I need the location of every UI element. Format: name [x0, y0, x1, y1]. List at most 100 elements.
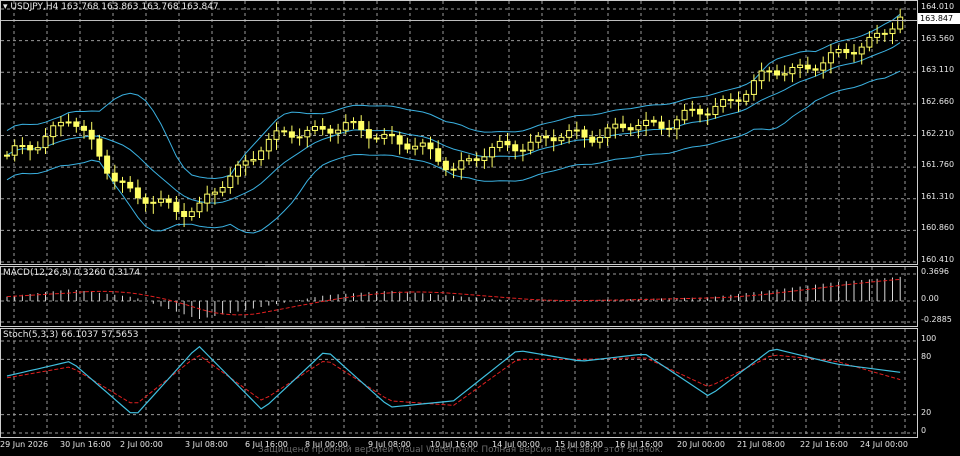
price-scale[interactable]: 164.010 163.560 163.110 162.660 162.210 161.7…	[918, 0, 960, 265]
stochastic-tick-label: 80	[921, 352, 932, 362]
candle-body	[573, 129, 580, 132]
candle-body	[265, 138, 272, 152]
candle-body	[219, 187, 226, 193]
candle-body	[535, 135, 542, 143]
stochastic-main-line	[6, 345, 901, 414]
price-chart-pane[interactable]: ▾ USDJPY,H4 163.768 163.863 163.768 163.…	[0, 0, 918, 265]
candle-body	[427, 142, 434, 150]
candle-body	[820, 62, 827, 71]
candle-body	[843, 48, 850, 54]
candle-body	[889, 28, 896, 35]
candle-body	[204, 193, 211, 204]
candle-body	[666, 127, 673, 130]
candle-body	[643, 119, 650, 126]
candle-body	[181, 211, 188, 217]
candle-body	[758, 70, 765, 82]
candle-body	[789, 66, 796, 75]
price-chart-canvas[interactable]	[1, 1, 918, 265]
time-axis-label: 29 Jun 2026	[0, 440, 49, 449]
stochastic-scale[interactable]: 100 80 20 0	[918, 328, 960, 438]
candle-body	[827, 52, 834, 64]
candle-body	[350, 120, 357, 124]
candle-body	[19, 145, 26, 148]
candle-body	[851, 52, 857, 55]
candle-body	[304, 129, 311, 138]
candle-body	[104, 155, 111, 174]
candle-body	[473, 158, 480, 161]
candle-body	[466, 158, 472, 162]
candle-body	[442, 160, 449, 171]
candle-body	[88, 129, 95, 140]
candle-body	[165, 198, 172, 203]
time-axis-label: 24 Jul 00:00	[860, 440, 908, 449]
candle-body	[527, 141, 534, 151]
macd-scale[interactable]: 0.3696 0.00 -0.2885	[918, 266, 960, 327]
candle-body	[319, 126, 326, 130]
candle-body	[543, 135, 549, 139]
candle-body	[119, 180, 126, 183]
candle-body	[50, 125, 57, 138]
candle-body	[435, 148, 442, 162]
candle-body	[211, 191, 218, 195]
candle-body	[158, 198, 164, 203]
candle-body	[581, 129, 588, 138]
candle-body	[658, 121, 665, 129]
candle-body	[458, 160, 465, 170]
stochastic-pane[interactable]: Stoch(5,3,3) 66.1037 57.5653	[0, 328, 918, 438]
candle-body	[34, 147, 41, 151]
time-axis-label: 3 Jul 08:00	[185, 440, 228, 449]
candle-body	[419, 142, 426, 147]
candle-body	[558, 136, 565, 142]
price-tick-label: 163.560	[921, 33, 955, 43]
candle-body	[273, 130, 280, 140]
candle-body	[604, 127, 611, 139]
candle-body	[812, 68, 819, 71]
candle-body	[381, 133, 388, 139]
candle-body	[358, 120, 365, 131]
candle-body	[73, 121, 80, 127]
candle-body	[81, 125, 87, 131]
candle-body	[373, 137, 380, 140]
candle-body	[258, 150, 265, 161]
candle-body	[774, 70, 780, 76]
candle-body	[327, 128, 334, 134]
time-axis-label: 2 Jul 00:00	[120, 440, 163, 449]
candle-body	[797, 64, 804, 68]
candle-body	[635, 124, 642, 131]
candle-body	[620, 123, 626, 129]
current-price-badge: 163.847	[918, 13, 960, 24]
candle-body	[296, 136, 303, 139]
candle-body	[389, 133, 395, 137]
candle-body	[396, 135, 403, 145]
candle-body	[227, 175, 234, 189]
macd-label: MACD(12,26,9) 0.3260 0.3174	[3, 268, 141, 278]
candle-body	[365, 129, 372, 139]
macd-pane[interactable]: MACD(12,26,9) 0.3260 0.3174	[0, 266, 918, 327]
candle-body	[504, 140, 511, 146]
candle-body	[712, 105, 719, 116]
candle-body	[27, 145, 34, 151]
candle-body	[96, 138, 103, 157]
candle-body	[720, 99, 727, 107]
candle-body	[697, 108, 703, 115]
price-tick-label: 160.860	[921, 223, 955, 233]
candle-body	[589, 136, 596, 143]
candle-body	[11, 145, 18, 156]
macd-tick-label: -0.2885	[921, 315, 952, 324]
candle-body	[481, 156, 488, 161]
candle-body	[489, 146, 496, 158]
stochastic-tick-label: 20	[921, 407, 932, 417]
candle-body	[596, 137, 603, 143]
candle-body	[4, 154, 10, 157]
stochastic-canvas[interactable]	[1, 329, 918, 438]
symbol-label: ▾ USDJPY,H4 163.768 163.863 163.768 163.…	[3, 2, 219, 12]
stochastic-label: Stoch(5,3,3) 66.1037 57.5653	[3, 330, 139, 340]
candle-body	[412, 145, 419, 150]
watermark-text: Защищено пробной версией Visual Watermar…	[258, 445, 663, 455]
candle-body	[804, 64, 811, 70]
price-tick-label: 163.110	[921, 65, 955, 75]
price-tick-label: 161.310	[921, 191, 955, 201]
candle-body	[689, 108, 696, 111]
candle-body	[288, 131, 295, 138]
candle-body	[566, 130, 573, 138]
